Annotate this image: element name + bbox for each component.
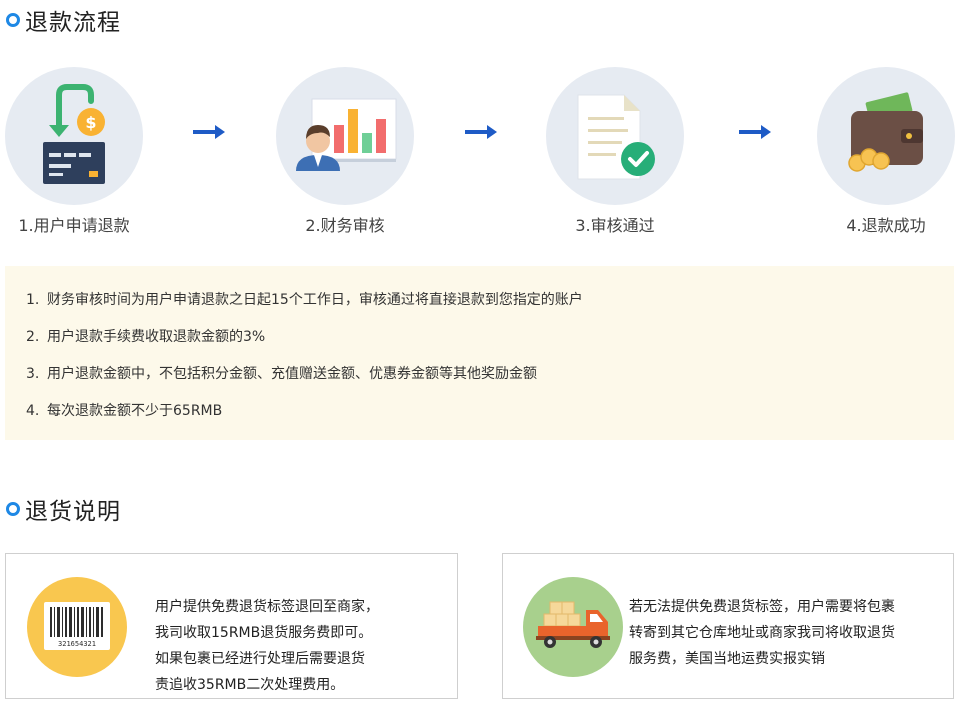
step-circle [546, 67, 684, 205]
circle-bullet-icon [6, 502, 20, 516]
arrow-right-icon [739, 125, 771, 139]
note-text: 用户退款金额中，不包括积分金额、充值赠送金额、优惠券金额等其他奖励金额 [47, 366, 537, 382]
note-item: 4. 每次退款金额不少于65RMB [26, 400, 222, 420]
refund-notes-box: 1. 财务审核时间为用户申请退款之日起15个工作日，审核通过将直接退款到您指定的账… [5, 266, 954, 440]
wallet-icon [848, 92, 923, 172]
step-label: 2.财务审核 [305, 216, 385, 235]
card-text: 若无法提供免费退货标签，用户需要将包裹 转寄到其它仓库地址或商家我司将收取退货 … [629, 594, 895, 672]
card-line: 如果包裹已经进行处理后需要退货 [155, 651, 365, 667]
barcode-icon: 321654321 [27, 577, 127, 677]
return-policy-heading: 退货说明 [6, 492, 121, 526]
refund-card-icon: $ [43, 84, 105, 184]
card-line: 转寄到其它仓库地址或商家我司将收取退货 [629, 625, 895, 641]
note-item: 2. 用户退款手续费收取退款金额的3% [26, 326, 265, 346]
note-text: 每次退款金额不少于65RMB [47, 403, 223, 419]
note-number: 4. [26, 403, 40, 419]
finance-review-icon [296, 98, 397, 171]
step-circle: $ [5, 67, 143, 205]
return-card-no-label: 若无法提供免费退货标签，用户需要将包裹 转寄到其它仓库地址或商家我司将收取退货 … [502, 553, 954, 699]
step-label: 4.退款成功 [846, 216, 926, 235]
step-label: 3.审核通过 [575, 216, 655, 235]
refund-process-title: 退款流程 [25, 10, 121, 36]
note-text: 财务审核时间为用户申请退款之日起15个工作日，审核通过将直接退款到您指定的账户 [47, 292, 583, 308]
card-line: 我司收取15RMB退货服务费即可。 [155, 625, 373, 641]
card-line: 若无法提供免费退货标签，用户需要将包裹 [629, 599, 895, 615]
note-number: 1. [26, 292, 40, 308]
barcode-number: 321654321 [58, 640, 96, 648]
note-item: 3. 用户退款金额中，不包括积分金额、充值赠送金额、优惠券金额等其他奖励金额 [26, 363, 537, 383]
step-label: 1.用户申请退款 [18, 216, 130, 235]
arrow-right-icon [193, 125, 225, 139]
circle-bullet-icon [6, 13, 20, 27]
card-text: 用户提供免费退货标签退回至商家， 我司收取15RMB退货服务费即可。 如果包裹已… [155, 594, 379, 698]
return-card-free-label: 321654321 用户提供免费退货标签退回至商家， 我司收取15RMB退货服务… [5, 553, 458, 699]
svg-text:$: $ [85, 113, 96, 132]
note-text: 用户退款手续费收取退款金额的3% [47, 329, 266, 345]
step-circle [276, 67, 414, 205]
card-line: 服务费，美国当地运费实报实销 [629, 651, 825, 667]
step-circle [817, 67, 955, 205]
note-item: 1. 财务审核时间为用户申请退款之日起15个工作日，审核通过将直接退款到您指定的账… [26, 289, 583, 309]
arrow-right-icon [465, 125, 497, 139]
note-number: 2. [26, 329, 40, 345]
approved-document-icon [577, 94, 655, 180]
card-line: 责追收35RMB二次处理费用。 [155, 677, 345, 693]
refund-process-heading: 退款流程 [6, 3, 121, 37]
delivery-truck-icon [523, 577, 623, 677]
note-number: 3. [26, 366, 40, 382]
return-policy-title: 退货说明 [25, 499, 121, 525]
card-line: 用户提供免费退货标签退回至商家， [155, 599, 379, 615]
